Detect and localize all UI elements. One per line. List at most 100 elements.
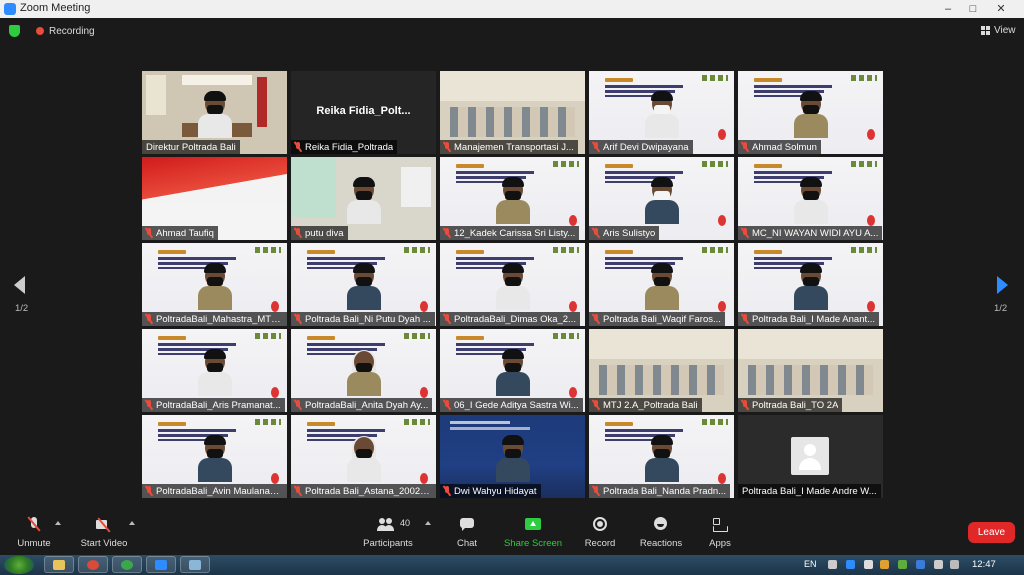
start-video-label: Start Video	[80, 538, 128, 549]
reactions-button[interactable]: Reactions	[636, 511, 686, 555]
tray-zoom-icon[interactable]	[916, 560, 925, 569]
participant-person	[496, 263, 530, 310]
participant-tile[interactable]: PoltradaBali_Anita Dyah Ay...	[291, 329, 436, 412]
windows-start-icon[interactable]	[4, 556, 34, 574]
tray-update-icon[interactable]	[898, 560, 907, 569]
participant-tile[interactable]: 12_Kadek Carissa Sri Listy...	[440, 157, 585, 240]
minimize-button[interactable]: –	[937, 0, 959, 18]
muted-mic-icon	[294, 314, 302, 324]
participant-tile[interactable]: Ahmad Taufiq	[142, 157, 287, 240]
start-video-button[interactable]: Start Video	[76, 511, 132, 555]
participant-name-bar: PoltradaBali_Avin Maulana_...	[142, 484, 287, 498]
muted-mic-icon	[443, 400, 451, 410]
network-signal-icon[interactable]	[828, 560, 837, 569]
window-title-bar: Zoom Meeting – □ ✕	[0, 0, 1024, 18]
participant-name: Poltrada Bali_Astana_20020...	[305, 485, 432, 497]
participant-name: MC_NI WAYAN WIDI AYU A...	[752, 227, 879, 239]
zoom-app-icon	[4, 3, 16, 15]
participant-tile[interactable]: PoltradaBali_Mahastra_MTJ2A	[142, 243, 287, 326]
chat-button[interactable]: Chat	[447, 511, 487, 555]
share-screen-button[interactable]: Share Screen	[503, 511, 563, 555]
view-button[interactable]: View	[994, 25, 1016, 36]
tray-app-icon[interactable]	[846, 560, 855, 569]
participant-name-bar: MC_NI WAYAN WIDI AYU A...	[738, 226, 883, 240]
participant-tile[interactable]: Manajemen Transportasi J...	[440, 71, 585, 154]
participant-tile[interactable]: Poltrada Bali_Ni Putu Dyah ...	[291, 243, 436, 326]
participant-tile[interactable]: Poltrada Bali_I Made Andre W...	[738, 415, 883, 498]
participant-name: putu diva	[305, 227, 344, 239]
input-language[interactable]: EN	[804, 559, 817, 569]
participant-tile[interactable]: Arif Devi Dwipayana	[589, 71, 734, 154]
participant-tile[interactable]: PoltradaBali_Dimas Oka_2...	[440, 243, 585, 326]
participant-name: 06_I Gede Aditya Sastra Wi...	[454, 399, 579, 411]
muted-mic-icon	[741, 314, 749, 324]
participant-name-bar: Poltrada Bali_Astana_20020...	[291, 484, 436, 498]
participant-person	[198, 91, 232, 138]
video-options-chevron-icon[interactable]	[129, 521, 135, 525]
reactions-smiley-icon	[652, 517, 670, 533]
audio-options-chevron-icon[interactable]	[55, 521, 61, 525]
participant-tile[interactable]: MTJ 2.A_Poltrada Bali	[589, 329, 734, 412]
muted-mic-icon	[592, 314, 600, 324]
participant-name: Poltrada Bali_TO 2A	[752, 399, 839, 411]
maximize-button[interactable]: □	[962, 0, 984, 18]
participant-person	[496, 435, 530, 482]
muted-mic-icon	[443, 486, 451, 496]
participant-tile[interactable]: putu diva	[291, 157, 436, 240]
previous-page-arrow-icon[interactable]	[14, 276, 25, 294]
default-avatar-icon	[791, 437, 829, 475]
close-button[interactable]: ✕	[990, 0, 1012, 18]
participant-tile[interactable]: Poltrada Bali_TO 2A	[738, 329, 883, 412]
page-indicator-right: 1/2	[994, 303, 1008, 314]
participant-tile[interactable]: Reika Fidia_Polt... Reika Fidia_Poltrada	[291, 71, 436, 154]
record-button[interactable]: Record	[580, 511, 620, 555]
share-screen-icon	[524, 517, 542, 533]
participant-person	[347, 436, 381, 482]
participant-tile[interactable]: Aris Sulistyo	[589, 157, 734, 240]
unmute-label: Unmute	[17, 538, 51, 549]
leave-meeting-button[interactable]: Leave	[968, 522, 1015, 543]
next-page-arrow-icon[interactable]	[997, 276, 1008, 294]
participant-tile[interactable]: MC_NI WAYAN WIDI AYU A...	[738, 157, 883, 240]
participants-label: Participants	[363, 538, 413, 549]
participant-tile[interactable]: Poltrada Bali_I Made Anant...	[738, 243, 883, 326]
participants-button[interactable]: 40 Participants	[360, 511, 416, 555]
unmute-button[interactable]: Unmute	[10, 511, 58, 555]
participant-name: MTJ 2.A_Poltrada Bali	[603, 399, 698, 411]
participant-person	[347, 177, 381, 224]
share-screen-label: Share Screen	[503, 538, 563, 549]
participant-tile[interactable]: PoltradaBali_Aris Pramanat...	[142, 329, 287, 412]
participant-person	[198, 263, 232, 310]
participant-name-bar: Manajemen Transportasi J...	[440, 140, 578, 154]
participant-tile[interactable]: Dwi Wahyu Hidayat	[440, 415, 585, 498]
recording-icon	[36, 27, 44, 35]
participant-tile[interactable]: Poltrada Bali_Astana_20020...	[291, 415, 436, 498]
participant-name-bar: PoltradaBali_Dimas Oka_2...	[440, 312, 580, 326]
participant-tile[interactable]: PoltradaBali_Avin Maulana_...	[142, 415, 287, 498]
volume-icon[interactable]	[950, 560, 959, 569]
participant-name-bar: Aris Sulistyo	[589, 226, 660, 240]
muted-mic-icon	[741, 142, 749, 152]
participant-tile[interactable]: Poltrada Bali_Waqif Faros...	[589, 243, 734, 326]
zoom-taskbar-icon[interactable]	[146, 556, 176, 573]
participant-tile[interactable]: 06_I Gede Aditya Sastra Wi...	[440, 329, 585, 412]
muted-mic-icon	[294, 228, 302, 238]
participants-options-chevron-icon[interactable]	[425, 521, 431, 525]
participant-name: 12_Kadek Carissa Sri Listy...	[454, 227, 576, 239]
chrome-app-icon[interactable]	[112, 556, 142, 573]
tray-shield-icon[interactable]	[880, 560, 889, 569]
desktop-window-icon[interactable]	[180, 556, 210, 573]
chrome-browser-icon[interactable]	[78, 556, 108, 573]
participant-tile[interactable]: Poltrada Bali_Nanda Pradn...	[589, 415, 734, 498]
reactions-label: Reactions	[639, 538, 683, 549]
security-shield-icon[interactable]	[9, 25, 20, 37]
apps-button[interactable]: Apps	[701, 511, 739, 555]
notification-flag-icon[interactable]	[864, 560, 873, 569]
muted-mic-icon	[592, 142, 600, 152]
participant-tile[interactable]: Ahmad Solmun	[738, 71, 883, 154]
grid-view-icon[interactable]	[981, 26, 990, 35]
file-explorer-icon[interactable]	[44, 556, 74, 573]
tray-power-icon[interactable]	[934, 560, 943, 569]
participant-name: Reika Fidia_Poltrada	[305, 141, 394, 153]
participant-tile[interactable]: Direktur Poltrada Bali	[142, 71, 287, 154]
